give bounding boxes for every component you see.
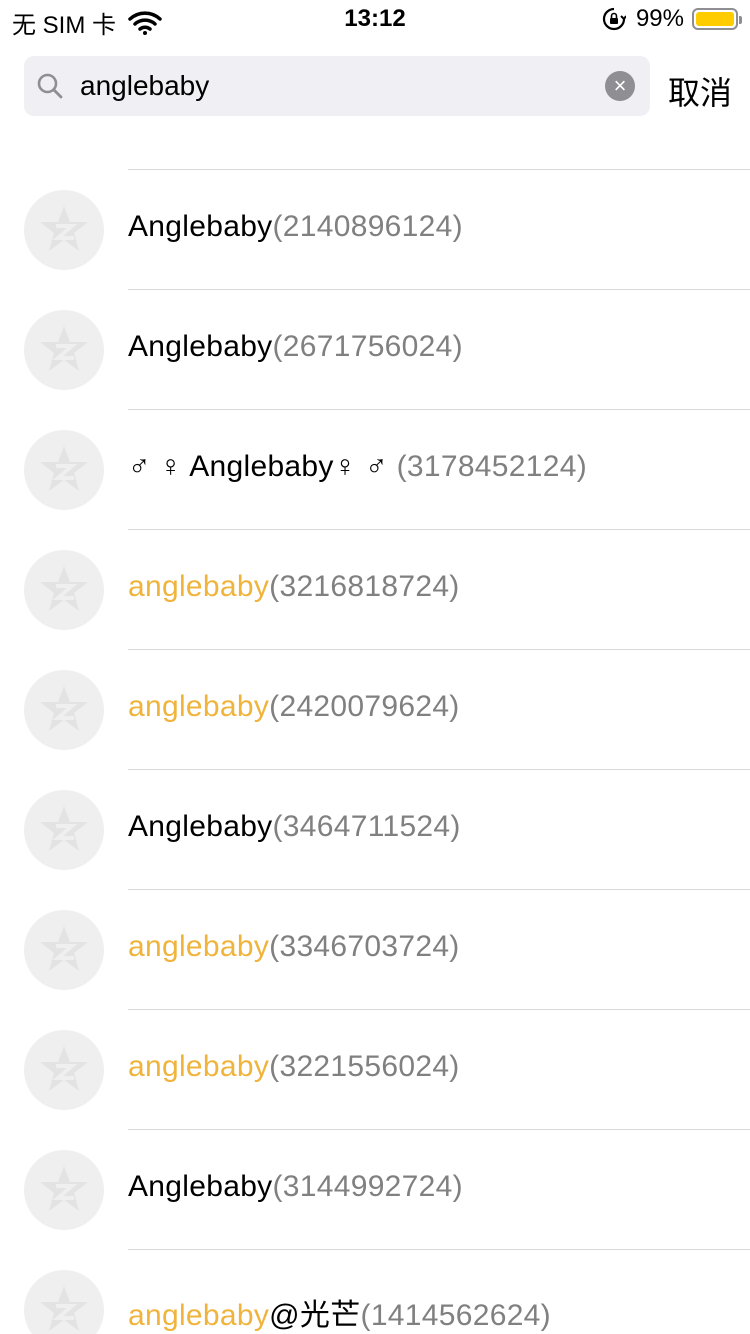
- qzone-star-icon: [40, 566, 88, 611]
- list-item[interactable]: anglebaby(3216818724): [0, 530, 750, 650]
- battery-percent: 99%: [635, 5, 684, 32]
- result-qq-number: (3178452124): [387, 450, 587, 483]
- avatar: [24, 1150, 104, 1230]
- avatar: [24, 310, 104, 390]
- result-name: Anglebaby: [128, 330, 273, 363]
- result-qq-number: (3346703724): [269, 930, 460, 963]
- avatar: [24, 910, 104, 990]
- result-name-suffix: @光芒: [269, 1299, 361, 1332]
- result-name: Anglebaby: [128, 810, 273, 843]
- list-item[interactable]: Anglebaby(3144992724): [0, 1130, 750, 1250]
- result-qq-number: (3221556024): [269, 1050, 460, 1083]
- result-text: anglebaby(2420079624): [128, 690, 460, 724]
- avatar: [24, 550, 104, 630]
- result-name: Anglebaby: [128, 1170, 273, 1203]
- avatar: [24, 190, 104, 270]
- result-text: ♂ ♀ Anglebaby♀ ♂ (3178452124): [128, 450, 587, 484]
- qzone-star-icon: [40, 1166, 88, 1211]
- battery-icon: [692, 8, 742, 30]
- result-qq-number: (2140896124): [272, 210, 463, 243]
- avatar: [24, 1030, 104, 1110]
- result-text: Anglebaby(3144992724): [128, 1170, 463, 1204]
- qzone-star-icon: [40, 446, 88, 491]
- battery-level: [696, 12, 734, 26]
- cancel-button[interactable]: 取消: [668, 68, 732, 114]
- qzone-star-icon: [40, 1046, 88, 1091]
- search-results-list[interactable]: Anglebaby(2140896124) Anglebaby(26717560…: [0, 50, 750, 1334]
- result-qq-number: (2420079624): [269, 690, 460, 723]
- qzone-star-icon: [40, 326, 88, 371]
- orientation-lock-icon: [602, 7, 626, 31]
- result-text: anglebaby(3221556024): [128, 1050, 460, 1084]
- result-name: ♂ ♀ Anglebaby♀ ♂: [128, 450, 388, 483]
- qzone-star-icon: [40, 686, 88, 731]
- result-name: anglebaby: [128, 930, 270, 963]
- list-item[interactable]: Anglebaby(2671756024): [0, 290, 750, 410]
- result-text: anglebaby(3216818724): [128, 570, 460, 604]
- list-item[interactable]: Anglebaby(2140896124): [0, 170, 750, 290]
- result-qq-number: (3144992724): [272, 1170, 463, 1203]
- search-icon: [37, 73, 63, 99]
- avatar: [24, 430, 104, 510]
- result-text: Anglebaby(2671756024): [128, 330, 463, 364]
- result-text: Anglebaby(3464711524): [128, 810, 461, 844]
- battery-tip: [739, 16, 742, 24]
- status-right: 99%: [602, 5, 742, 33]
- result-text: anglebaby@光芒(1414562624): [128, 1290, 551, 1334]
- search-bar[interactable]: ×: [24, 56, 650, 116]
- list-item[interactable]: anglebaby(2420079624): [0, 650, 750, 770]
- avatar: [24, 670, 104, 750]
- result-qq-number: (3216818724): [269, 570, 460, 603]
- list-item[interactable]: ♂ ♀ Anglebaby♀ ♂ (3178452124): [0, 410, 750, 530]
- clear-icon[interactable]: ×: [605, 71, 635, 101]
- qzone-star-icon: [40, 206, 88, 251]
- qzone-star-icon: [40, 806, 88, 851]
- result-qq-number: (1414562624): [360, 1299, 551, 1332]
- result-text: anglebaby(3346703724): [128, 930, 460, 964]
- result-qq-number: (3464711524): [272, 810, 461, 843]
- result-name: anglebaby: [128, 570, 270, 603]
- result-name: anglebaby: [128, 1050, 270, 1083]
- qzone-star-icon: [40, 1286, 88, 1331]
- result-qq-number: (2671756024): [272, 330, 463, 363]
- result-name: anglebaby: [128, 690, 270, 723]
- list-item[interactable]: anglebaby(3346703724): [0, 890, 750, 1010]
- list-item[interactable]: anglebaby@光芒(1414562624): [0, 1250, 750, 1334]
- avatar: [24, 790, 104, 870]
- qzone-star-icon: [40, 926, 88, 971]
- list-item[interactable]: anglebaby(3221556024): [0, 1010, 750, 1130]
- status-bar: 无 SIM 卡 13:12 99%: [0, 0, 750, 40]
- list-item[interactable]: Anglebaby(3464711524): [0, 770, 750, 890]
- result-text: Anglebaby(2140896124): [128, 210, 463, 244]
- result-name: Anglebaby: [128, 210, 273, 243]
- search-input[interactable]: [80, 56, 600, 116]
- result-name: anglebaby: [128, 1299, 270, 1332]
- avatar: [24, 1270, 104, 1334]
